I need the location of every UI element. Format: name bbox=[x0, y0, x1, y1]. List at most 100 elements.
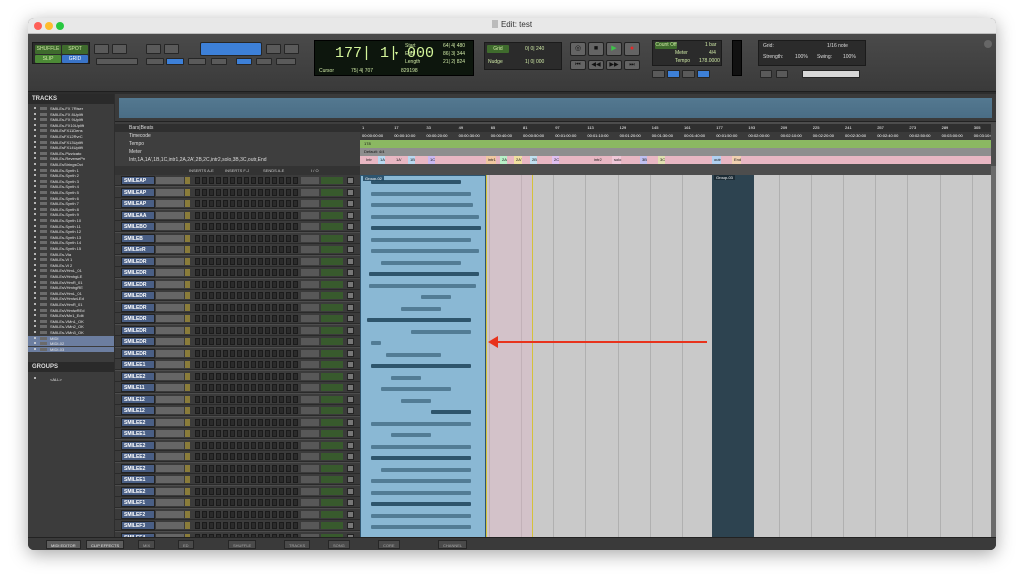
insert-slot[interactable] bbox=[272, 361, 277, 368]
track-show-dot-icon[interactable] bbox=[34, 163, 36, 165]
group-item-all[interactable]: <ALL> bbox=[28, 376, 114, 383]
marker-label[interactable]: 2B bbox=[530, 156, 537, 164]
grid2-value[interactable]: 1/16 note bbox=[827, 43, 848, 49]
track-show-dot-icon[interactable] bbox=[34, 325, 36, 328]
insert-slot[interactable] bbox=[237, 177, 242, 184]
bottom-tab[interactable]: SONG bbox=[328, 540, 350, 549]
track-list-item[interactable]: SMILEsVHmhgRE bbox=[28, 285, 114, 290]
io-selector[interactable] bbox=[301, 487, 319, 495]
track-rec-solo-mute-buttons[interactable] bbox=[156, 315, 184, 322]
insert-slot[interactable] bbox=[230, 395, 235, 403]
vertical-scrollbar[interactable] bbox=[991, 166, 996, 541]
insert-slot[interactable] bbox=[272, 234, 277, 242]
insert-slot[interactable] bbox=[237, 315, 242, 322]
track-show-dot-icon[interactable] bbox=[34, 107, 36, 109]
volume-pan-field[interactable] bbox=[321, 188, 343, 196]
track-row[interactable]: SMILEAP bbox=[115, 186, 360, 198]
track-list-item[interactable]: SMILEs-Synth 14 bbox=[28, 240, 114, 245]
marker-label[interactable]: 2C bbox=[552, 156, 560, 164]
io-selector[interactable] bbox=[301, 200, 319, 207]
track-view-icon[interactable] bbox=[347, 188, 354, 196]
insert-slot[interactable] bbox=[286, 326, 291, 334]
insert-slot[interactable] bbox=[258, 499, 263, 506]
insert-slot[interactable] bbox=[293, 269, 298, 276]
insert-slot[interactable] bbox=[265, 487, 270, 495]
insert-slot[interactable] bbox=[286, 188, 291, 196]
insert-slot[interactable] bbox=[244, 510, 249, 518]
insert-slot[interactable] bbox=[223, 338, 228, 345]
insert-slot[interactable] bbox=[265, 453, 270, 460]
insert-slot[interactable] bbox=[223, 395, 228, 403]
track-show-dot-icon[interactable] bbox=[34, 196, 36, 199]
insert-slot[interactable] bbox=[230, 407, 235, 414]
insert-slot[interactable] bbox=[223, 384, 228, 391]
track-list-item[interactable]: SMILEsVHmhgLE bbox=[28, 274, 114, 279]
marker-label[interactable]: 2A bbox=[500, 156, 507, 164]
insert-slot[interactable] bbox=[258, 407, 263, 414]
track-view-icon[interactable] bbox=[347, 510, 354, 518]
insert-slot[interactable] bbox=[209, 200, 214, 207]
insert-slot[interactable] bbox=[216, 303, 221, 311]
insert-slot[interactable] bbox=[230, 499, 235, 506]
zoom-vertical-icon[interactable] bbox=[112, 44, 127, 54]
track-name-field[interactable]: SMILEDR bbox=[121, 268, 155, 277]
insert-slot[interactable] bbox=[293, 246, 298, 253]
io-selector[interactable] bbox=[301, 395, 319, 403]
playlist-icon[interactable] bbox=[185, 188, 190, 196]
track-list-item[interactable]: SMILEs-ReversePn bbox=[28, 156, 114, 161]
insert-slot[interactable] bbox=[237, 372, 242, 380]
insert-slot[interactable] bbox=[216, 177, 221, 184]
marker-label[interactable]: intr2 bbox=[592, 156, 602, 164]
insert-slot[interactable] bbox=[223, 269, 228, 276]
volume-pan-field[interactable] bbox=[321, 487, 343, 495]
volume-pan-field[interactable] bbox=[321, 499, 343, 506]
insert-slot[interactable] bbox=[209, 476, 214, 483]
insert-slot[interactable] bbox=[202, 441, 207, 449]
insert-slot[interactable] bbox=[195, 499, 200, 506]
insert-slot[interactable] bbox=[279, 177, 284, 184]
rewind-icon[interactable]: ◀◀ bbox=[588, 60, 604, 70]
meter-ruler[interactable]: Default: 4/4 bbox=[360, 148, 991, 156]
insert-slot[interactable] bbox=[265, 211, 270, 219]
track-row[interactable]: SMILE12 bbox=[115, 405, 360, 416]
grid-mode-button[interactable]: GRID bbox=[62, 55, 88, 63]
track-name-field[interactable]: SMILE12 bbox=[121, 394, 155, 404]
insert-slot[interactable] bbox=[293, 188, 298, 196]
track-rec-solo-mute-buttons[interactable] bbox=[156, 280, 184, 288]
track-view-icon[interactable] bbox=[347, 303, 354, 311]
insert-slot[interactable] bbox=[209, 349, 214, 357]
playlist-icon[interactable] bbox=[185, 372, 190, 380]
track-list-item[interactable]: SMILEs-FX 7Riser bbox=[28, 106, 114, 111]
insert-slot[interactable] bbox=[286, 499, 291, 506]
selection-range[interactable] bbox=[488, 175, 532, 543]
io-selector[interactable] bbox=[301, 418, 319, 426]
insert-slot[interactable] bbox=[202, 280, 207, 288]
insert-slot[interactable] bbox=[202, 418, 207, 426]
track-show-dot-icon[interactable] bbox=[34, 319, 36, 322]
insert-slot[interactable] bbox=[209, 441, 214, 449]
insert-slot[interactable] bbox=[272, 338, 277, 345]
insert-slot[interactable] bbox=[230, 522, 235, 529]
io-selector[interactable] bbox=[301, 430, 319, 437]
insert-slot[interactable] bbox=[279, 476, 284, 483]
volume-pan-field[interactable] bbox=[321, 223, 343, 230]
insert-slot[interactable] bbox=[293, 200, 298, 207]
track-rec-solo-mute-buttons[interactable] bbox=[156, 522, 184, 529]
insert-slot[interactable] bbox=[286, 338, 291, 345]
track-show-dot-icon[interactable] bbox=[34, 168, 36, 171]
track-list-item[interactable]: SMILEsFX13Uplift bbox=[28, 140, 114, 145]
insert-slot[interactable] bbox=[230, 188, 235, 196]
insert-slot[interactable] bbox=[209, 453, 214, 460]
track-view-icon[interactable] bbox=[347, 430, 354, 437]
io-selector[interactable] bbox=[301, 464, 319, 472]
track-rec-solo-mute-buttons[interactable] bbox=[156, 303, 184, 311]
insert-slot[interactable] bbox=[251, 188, 256, 196]
track-name-field[interactable]: SMILEE1 bbox=[121, 429, 155, 438]
playlist-icon[interactable] bbox=[185, 349, 190, 357]
insert-slot[interactable] bbox=[237, 246, 242, 253]
insert-slot[interactable] bbox=[265, 476, 270, 483]
insert-slot[interactable] bbox=[251, 246, 256, 253]
insert-slot[interactable] bbox=[272, 372, 277, 380]
nudge-label[interactable]: Nudge bbox=[488, 59, 503, 65]
insert-slot[interactable] bbox=[237, 188, 242, 196]
